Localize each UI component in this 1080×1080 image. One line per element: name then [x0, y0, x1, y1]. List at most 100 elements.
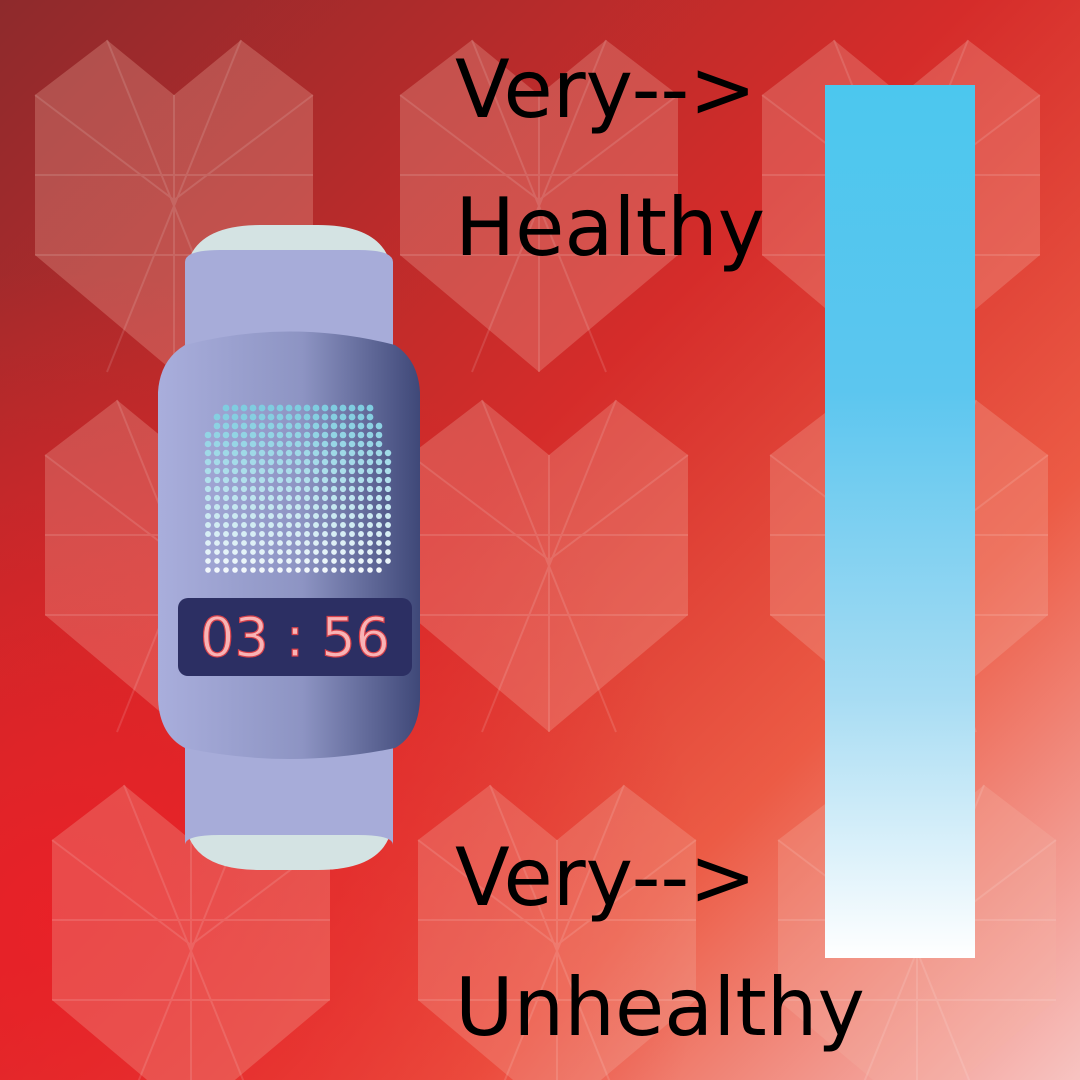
- heart-dot: [258, 404, 266, 412]
- heart-dot: [232, 549, 238, 555]
- heart-dot: [366, 413, 374, 421]
- heart-dot: [330, 413, 338, 421]
- heart-dot: [268, 558, 274, 564]
- heart-dot: [213, 422, 221, 430]
- heart-dot: [277, 531, 283, 537]
- heart-dot: [231, 485, 239, 493]
- heart-dot: [349, 549, 355, 555]
- heart-dot: [376, 522, 382, 528]
- watch-time: 03 : 56: [200, 606, 390, 669]
- heart-dot: [286, 531, 292, 537]
- heart-dot: [367, 531, 373, 537]
- heart-dot: [240, 458, 248, 466]
- heart-dot: [294, 449, 302, 457]
- heart-dot: [232, 522, 238, 528]
- heart-dot: [213, 494, 221, 502]
- heart-dot: [240, 467, 248, 475]
- heart-dot: [214, 531, 220, 537]
- heart-dot: [321, 467, 329, 475]
- heart-dot: [322, 567, 328, 573]
- heart-dot: [205, 522, 211, 528]
- heart-dot: [322, 522, 328, 528]
- heart-dot: [294, 467, 302, 475]
- heart-dot: [384, 449, 392, 457]
- heart-dot: [231, 431, 239, 439]
- heart-dot: [258, 413, 266, 421]
- heart-dot: [330, 494, 338, 502]
- heart-dot: [375, 485, 383, 493]
- heart-dot: [385, 549, 391, 555]
- heart-dot: [348, 404, 356, 412]
- heart-dot: [348, 413, 356, 421]
- heart-dot: [223, 540, 229, 546]
- heart-dot: [232, 567, 238, 573]
- heart-dot: [348, 476, 356, 484]
- heart-dot: [321, 476, 329, 484]
- heart-dot: [222, 467, 230, 475]
- heart-dot: [240, 503, 248, 511]
- heart-dot: [214, 522, 220, 528]
- heart-dot: [204, 485, 212, 493]
- heart-dot: [241, 540, 247, 546]
- heart-dot: [313, 522, 319, 528]
- heart-dot: [358, 540, 364, 546]
- heart-dot: [240, 476, 248, 484]
- heart-dot: [376, 567, 382, 573]
- heart-dot: [204, 431, 212, 439]
- heart-dot: [241, 522, 247, 528]
- heart-dot: [375, 440, 383, 448]
- heart-dot: [358, 558, 364, 564]
- heart-dot: [276, 404, 284, 412]
- heart-dot: [277, 513, 283, 519]
- heart-dot: [231, 449, 239, 457]
- heart-dot: [330, 467, 338, 475]
- heart-dot: [250, 549, 256, 555]
- heart-dot: [330, 422, 338, 430]
- heart-dot: [259, 522, 265, 528]
- heart-dot: [375, 503, 383, 511]
- heart-dot: [366, 467, 374, 475]
- heart-dot: [295, 567, 301, 573]
- heart-dot: [249, 422, 257, 430]
- heart-dot: [285, 440, 293, 448]
- heart-dot: [339, 413, 347, 421]
- heart-dot: [276, 440, 284, 448]
- heart-dot: [303, 440, 311, 448]
- heart-dot: [294, 413, 302, 421]
- heart-dot: [250, 567, 256, 573]
- heart-dot: [303, 458, 311, 466]
- heart-dot: [268, 540, 274, 546]
- heart-dot: [285, 404, 293, 412]
- heart-dot: [213, 476, 221, 484]
- heart-dot: [285, 467, 293, 475]
- heart-dot: [205, 531, 211, 537]
- heart-dot: [277, 540, 283, 546]
- heart-dot: [232, 558, 238, 564]
- heart-dot: [214, 558, 220, 564]
- heart-dot: [312, 458, 320, 466]
- heart-dot: [330, 449, 338, 457]
- heart-dot: [258, 485, 266, 493]
- heart-dot: [249, 440, 257, 448]
- heart-dot: [358, 531, 364, 537]
- heart-dot: [258, 449, 266, 457]
- healthy-label-line2: Healthy: [455, 181, 766, 274]
- heart-dot: [375, 422, 383, 430]
- heart-dot: [231, 503, 239, 511]
- heart-dot: [385, 513, 391, 519]
- smartwatch: 03 : 56: [158, 225, 420, 870]
- heart-dot: [357, 431, 365, 439]
- heart-dot: [366, 485, 374, 493]
- heart-dot: [366, 494, 374, 502]
- heart-dot: [313, 549, 319, 555]
- heart-dot: [331, 513, 337, 519]
- heart-dot: [277, 522, 283, 528]
- heart-dot: [276, 413, 284, 421]
- heart-dot: [330, 485, 338, 493]
- heart-dot: [285, 503, 293, 511]
- heart-dot: [366, 440, 374, 448]
- heart-dot: [376, 531, 382, 537]
- heart-dot: [232, 540, 238, 546]
- heart-dot: [312, 494, 320, 502]
- heart-dot: [231, 476, 239, 484]
